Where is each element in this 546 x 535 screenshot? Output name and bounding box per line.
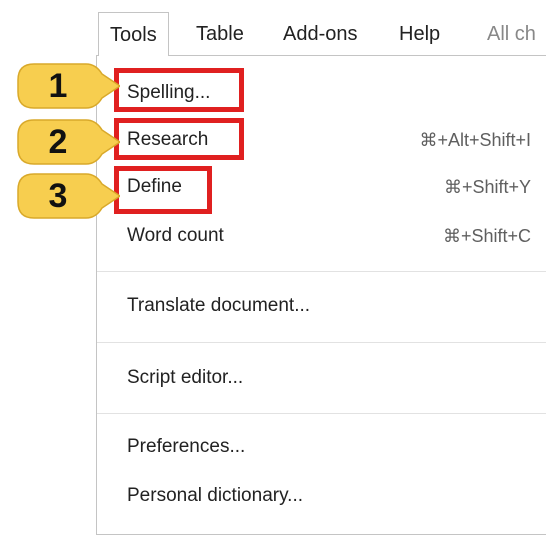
tools-dropdown-menu: Spelling... Research ⌘+Alt+Shift+I Defin… — [96, 55, 546, 535]
menu-item-script-editor[interactable]: Script editor... — [97, 358, 546, 398]
menu-item-label: Spelling... — [127, 82, 211, 103]
menu-add-ons[interactable]: Add-ons — [283, 12, 358, 56]
menu-help[interactable]: Help — [399, 12, 440, 56]
callout-2: 2 — [16, 118, 120, 166]
menu-item-label: Personal dictionary... — [127, 485, 304, 506]
callout-number: 3 — [48, 177, 68, 215]
menu-separator — [97, 271, 546, 272]
menu-item-shortcut: ⌘+Shift+C — [442, 226, 531, 246]
menu-item-research[interactable]: Research ⌘+Alt+Shift+I — [97, 120, 546, 160]
menu-item-label: Script editor... — [127, 367, 244, 388]
menubar: Tools Table Add-ons Help All ch — [0, 0, 546, 56]
menu-tools[interactable]: Tools — [98, 12, 169, 56]
menu-table[interactable]: Table — [196, 12, 244, 56]
callout-3: 3 — [16, 172, 120, 220]
menu-item-word-count[interactable]: Word count ⌘+Shift+C — [97, 216, 546, 256]
menu-item-define[interactable]: Define ⌘+Shift+Y — [97, 167, 546, 207]
menu-item-spelling[interactable]: Spelling... — [97, 73, 546, 113]
menu-separator — [97, 413, 546, 414]
menu-item-preferences[interactable]: Preferences... — [97, 427, 546, 467]
menu-item-shortcut: ⌘+Shift+Y — [443, 177, 531, 197]
callout-number: 1 — [48, 67, 68, 105]
menu-item-translate-document[interactable]: Translate document... — [97, 286, 546, 326]
menu-item-label: Translate document... — [127, 295, 311, 316]
menu-item-label: Define — [127, 176, 182, 197]
callout-number: 2 — [48, 123, 68, 161]
menu-separator — [97, 342, 546, 343]
menu-item-shortcut: ⌘+Alt+Shift+I — [419, 130, 531, 150]
menu-item-personal-dictionary[interactable]: Personal dictionary... — [97, 476, 546, 516]
menu-item-label: Word count — [127, 225, 224, 246]
all-changes-saved-link[interactable]: All ch — [487, 12, 536, 56]
menu-item-label: Preferences... — [127, 436, 246, 457]
callout-1: 1 — [16, 62, 120, 110]
menu-item-label: Research — [127, 129, 209, 150]
